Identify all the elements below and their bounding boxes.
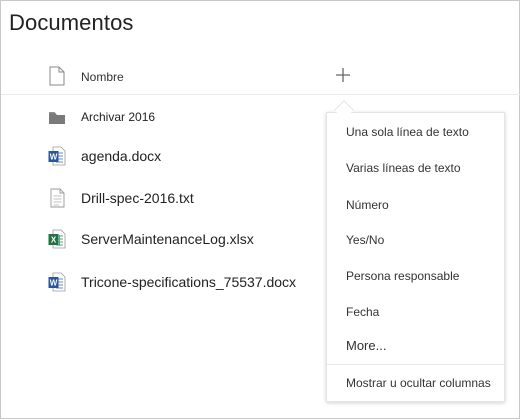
plus-icon[interactable] bbox=[334, 66, 352, 84]
word-doc-icon: W bbox=[48, 272, 66, 292]
file-name[interactable]: agenda.docx bbox=[81, 148, 161, 164]
menu-item-date[interactable]: Fecha bbox=[346, 305, 379, 319]
list-item[interactable]: X ServerMaintenanceLog.xlsx bbox=[1, 221, 321, 257]
file-name[interactable]: Tricone-specifications_75537.docx bbox=[81, 274, 296, 290]
column-header-name[interactable]: Nombre bbox=[81, 70, 124, 84]
menu-item-more[interactable]: More... bbox=[346, 338, 386, 353]
text-file-icon bbox=[50, 188, 65, 208]
file-type-icon[interactable] bbox=[49, 66, 65, 86]
menu-item-number[interactable]: Número bbox=[346, 198, 389, 212]
menu-item-single-line-text[interactable]: Una sola línea de texto bbox=[346, 125, 469, 139]
excel-doc-icon: X bbox=[48, 229, 66, 249]
file-name[interactable]: ServerMaintenanceLog.xlsx bbox=[81, 231, 254, 247]
document-library-panel: Documentos Nombre Archivar 2016 W agenda… bbox=[0, 0, 520, 419]
menu-item-show-hide-columns[interactable]: Mostrar u ocultar columnas bbox=[346, 376, 491, 390]
list-item[interactable]: Drill-spec-2016.txt bbox=[1, 180, 321, 216]
list-item[interactable]: W agenda.docx bbox=[1, 138, 321, 174]
list-item[interactable]: Archivar 2016 bbox=[1, 99, 321, 135]
svg-text:W: W bbox=[50, 279, 58, 288]
page-title: Documentos bbox=[9, 10, 134, 35]
menu-item-person[interactable]: Persona responsable bbox=[346, 269, 459, 283]
column-header-row: Nombre bbox=[1, 61, 520, 95]
folder-icon bbox=[49, 112, 65, 124]
file-name[interactable]: Archivar 2016 bbox=[81, 110, 155, 124]
svg-text:X: X bbox=[51, 236, 57, 245]
list-item[interactable]: W Tricone-specifications_75537.docx bbox=[1, 264, 321, 300]
menu-item-multiple-lines-text[interactable]: Varias líneas de texto bbox=[346, 161, 461, 175]
menu-item-yes-no[interactable]: Yes/No bbox=[346, 233, 384, 247]
add-column-menu: Una sola línea de texto Varias líneas de… bbox=[326, 112, 505, 402]
word-doc-icon: W bbox=[48, 146, 66, 166]
svg-text:W: W bbox=[50, 153, 58, 162]
file-name[interactable]: Drill-spec-2016.txt bbox=[81, 190, 194, 206]
menu-divider bbox=[327, 364, 504, 365]
